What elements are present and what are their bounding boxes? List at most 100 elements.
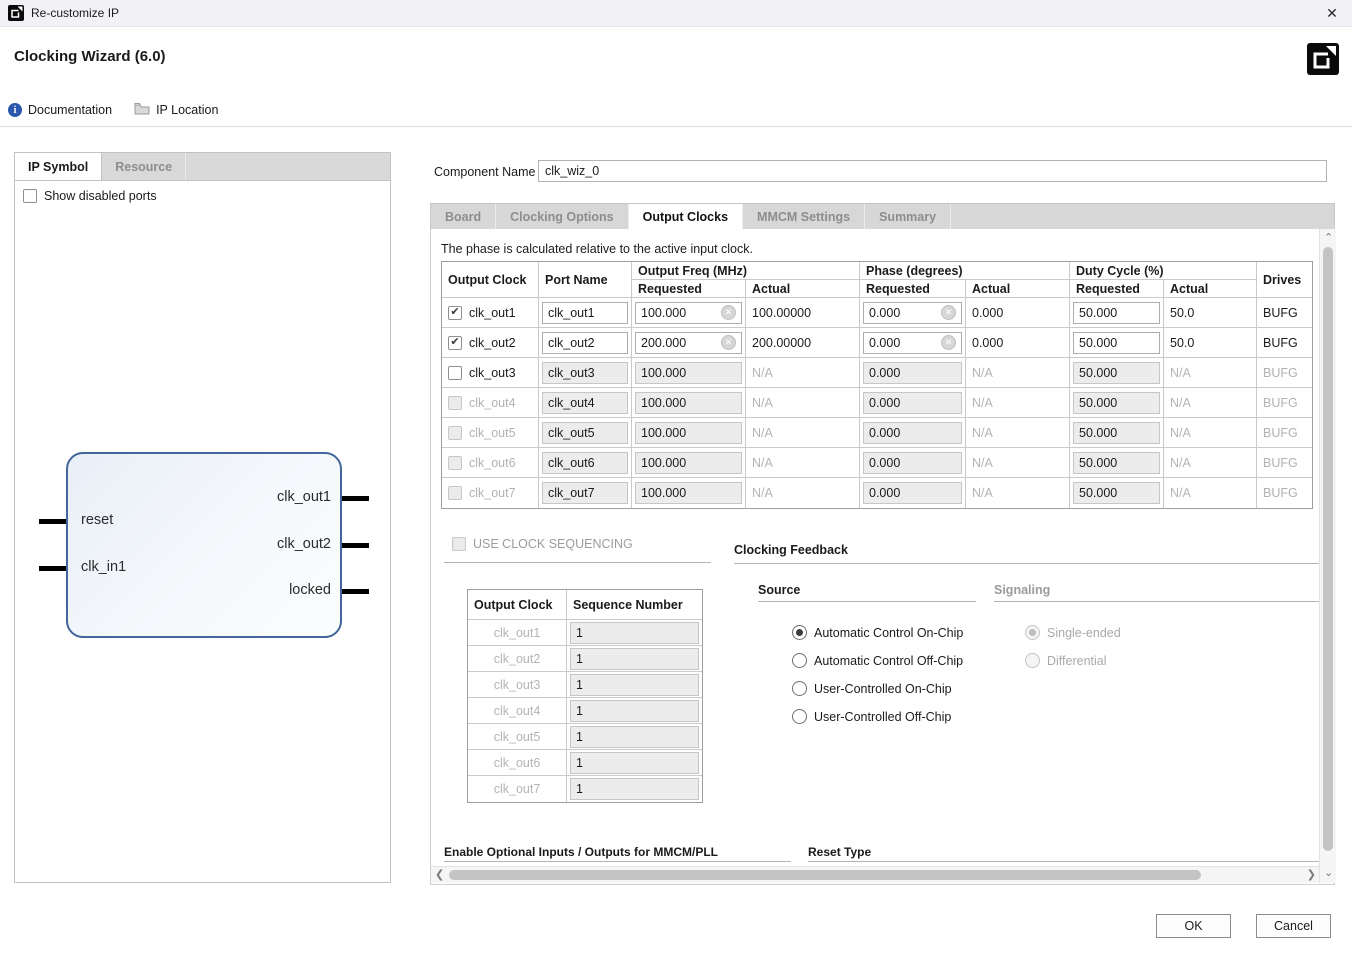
freq-requested-cell: 100.000 (632, 448, 746, 478)
clear-icon[interactable]: ✕ (941, 305, 956, 320)
sequence-number-input: 1 (570, 778, 699, 800)
radio-button[interactable] (792, 653, 807, 668)
left-panel-tabs: IP Symbol Resource (15, 153, 390, 181)
duty-requested-value: 50.000 (1079, 425, 1118, 440)
freq-requested-value: 100.000 (641, 486, 687, 500)
phase-requested-value: 0.000 (869, 425, 901, 440)
phase-requested-input[interactable]: 0.000 ✕ (863, 331, 962, 354)
freq-requested-cell: 200.000 ✕ (632, 328, 746, 358)
component-name-input[interactable]: clk_wiz_0 (538, 160, 1327, 182)
duty-requested-cell: 50.000 (1070, 358, 1164, 388)
close-icon[interactable]: ✕ (1322, 3, 1342, 23)
drives-value: BUFG (1263, 305, 1298, 320)
freq-actual-value: 200.00000 (752, 335, 812, 350)
scroll-left-icon[interactable]: ❮ (435, 870, 444, 881)
sequence-number-input: 1 (570, 621, 699, 644)
drives-cell: BUFG (1257, 358, 1312, 388)
scroll-up-icon[interactable]: ⌃ (1324, 233, 1333, 244)
scroll-down-icon[interactable]: ⌄ (1324, 868, 1333, 879)
port-stub-locked (342, 589, 369, 594)
seq-number-cell: 1 (567, 620, 702, 646)
phase-requested-cell: 0.000 (860, 418, 966, 448)
freq-actual-value: N/A (752, 365, 773, 380)
ip-symbol-panel: IP Symbol Resource Show disabled ports re… (14, 152, 391, 883)
drives-value: BUFG (1263, 486, 1298, 500)
port-stub-clk-out1 (342, 496, 369, 501)
clear-icon[interactable]: ✕ (721, 335, 736, 350)
tab-mmcm-settings[interactable]: MMCM Settings (743, 204, 866, 229)
duty-requested-value: 50.000 (1079, 486, 1118, 500)
radio-option-automatic-control-off-chip[interactable]: Automatic Control Off-Chip (792, 653, 963, 668)
drives-cell: BUFG (1257, 418, 1312, 448)
clock-enable-checkbox (448, 395, 462, 410)
port-label-clk-out1: clk_out1 (276, 489, 331, 505)
seq-clock-name: clk_out5 (468, 724, 567, 750)
sequence-number-value: 1 (576, 729, 583, 744)
row-output-clock: clk_out7 (442, 478, 539, 508)
duty-requested-value: 50.000 (1079, 335, 1118, 350)
component-name-value: clk_wiz_0 (545, 164, 600, 178)
toolbar: i Documentation IP Location (8, 99, 240, 121)
documentation-button[interactable]: i Documentation (8, 103, 112, 117)
tab-summary[interactable]: Summary (865, 204, 952, 229)
phase-requested-input[interactable]: 0.000 ✕ (863, 301, 962, 324)
col-group-phase: Phase (degrees) (860, 262, 1070, 280)
show-disabled-ports[interactable]: Show disabled ports (23, 189, 157, 203)
radio-button[interactable] (792, 625, 807, 640)
drives-cell: BUFG (1257, 328, 1312, 358)
radio-button[interactable] (792, 709, 807, 724)
scroll-right-icon[interactable]: ❯ (1307, 870, 1316, 881)
duty-requested-cell: 50.000 (1070, 448, 1164, 478)
phase-requested-cell: 0.000 (860, 448, 966, 478)
freq-requested-input[interactable]: 200.000 ✕ (635, 331, 742, 354)
optional-io-title: Enable Optional Inputs / Outputs for MMC… (444, 845, 718, 859)
radio-option-automatic-control-on-chip[interactable]: Automatic Control On-Chip (792, 625, 963, 640)
clock-enable-checkbox[interactable] (448, 365, 462, 380)
vertical-scroll-thumb[interactable] (1323, 247, 1333, 851)
col-header-port-name: Port Name (539, 262, 632, 298)
vertical-scrollbar[interactable]: ⌃ ⌄ (1319, 229, 1336, 883)
show-disabled-ports-checkbox[interactable] (23, 189, 37, 203)
seq-clock-name: clk_out6 (468, 750, 567, 776)
port-name-value: clk_out4 (548, 395, 595, 410)
clock-enable-checkbox (448, 486, 462, 500)
port-name-input[interactable]: clk_out2 (542, 331, 628, 354)
ip-location-button[interactable]: IP Location (134, 102, 218, 118)
port-name-input[interactable]: clk_out1 (542, 301, 628, 324)
radio-option-user-controlled-on-chip[interactable]: User-Controlled On-Chip (792, 681, 963, 696)
port-stub-clk-in1 (39, 566, 66, 571)
window-title: Re-customize IP (31, 6, 120, 20)
tab-output-clocks[interactable]: Output Clocks (628, 204, 744, 229)
freq-requested-input: 100.000 (635, 482, 742, 504)
port-name-value: clk_out6 (548, 455, 595, 470)
horizontal-scrollbar[interactable]: ❮ ❯ (431, 866, 1320, 883)
clock-name: clk_out2 (469, 335, 516, 350)
horizontal-scroll-thumb[interactable] (449, 870, 1201, 880)
left-tab-ip-symbol[interactable]: IP Symbol (15, 153, 103, 180)
cancel-button[interactable]: Cancel (1256, 914, 1331, 938)
phase-actual-cell: 0.000 (966, 328, 1070, 358)
tab-board[interactable]: Board (431, 204, 497, 229)
ok-button[interactable]: OK (1156, 914, 1231, 938)
duty-requested-input[interactable]: 50.000 (1073, 331, 1160, 354)
clock-enable-checkbox[interactable]: ✔ (448, 305, 462, 320)
sequence-number-value: 1 (576, 677, 583, 692)
clock-name: clk_out7 (469, 486, 516, 500)
port-name-value: clk_out2 (548, 335, 595, 350)
clear-icon[interactable]: ✕ (941, 335, 956, 350)
phase-actual-cell: N/A (966, 478, 1070, 508)
seq-number-cell: 1 (567, 750, 702, 776)
radio-label: Differential (1047, 653, 1107, 668)
radio-option-user-controlled-off-chip[interactable]: User-Controlled Off-Chip (792, 709, 963, 724)
left-tab-resource[interactable]: Resource (102, 153, 187, 180)
use-clock-sequencing-label: USE CLOCK SEQUENCING (473, 537, 633, 551)
clear-icon[interactable]: ✕ (721, 305, 736, 320)
radio-label: User-Controlled Off-Chip (814, 709, 952, 724)
clock-enable-checkbox[interactable]: ✔ (448, 335, 462, 350)
freq-requested-input[interactable]: 100.000 ✕ (635, 301, 742, 324)
tab-clocking-options[interactable]: Clocking Options (496, 204, 629, 229)
duty-requested-input: 50.000 (1073, 451, 1160, 474)
signaling-options: Single-ended Differential (1025, 625, 1121, 681)
radio-button[interactable] (792, 681, 807, 696)
duty-requested-input[interactable]: 50.000 (1073, 301, 1160, 324)
